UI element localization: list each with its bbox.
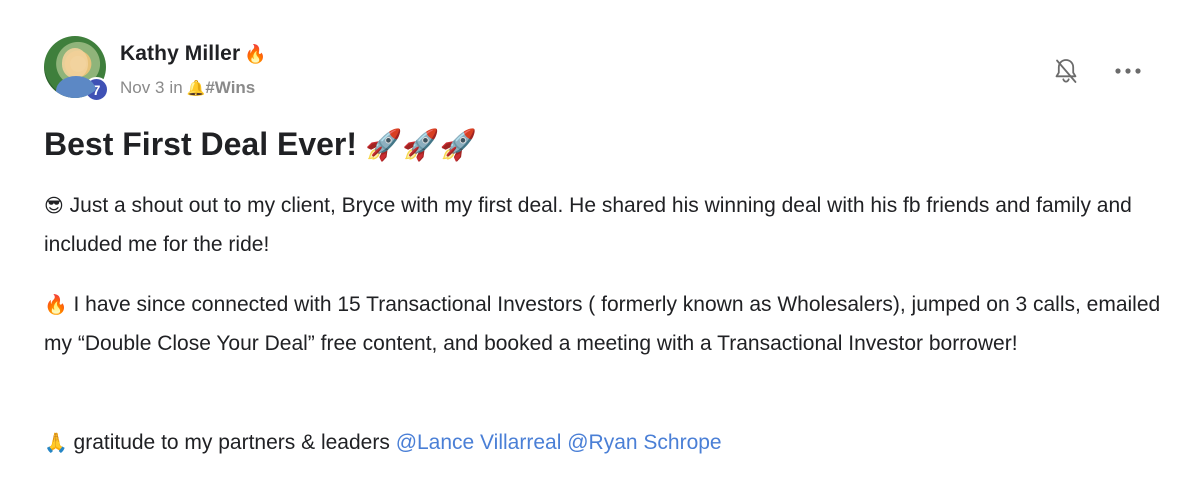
- rocket-emojis: 🚀🚀🚀: [365, 129, 478, 162]
- channel-name[interactable]: #Wins: [205, 78, 255, 97]
- paragraph-3-text: gratitude to my partners & leaders: [73, 431, 390, 454]
- post-actions: [1050, 55, 1144, 87]
- post-card: 7 Kathy Miller 🔥 Nov 3 in 🔔#Wins Best Fi…: [0, 0, 1200, 483]
- mention-link[interactable]: @Lance Villarreal: [396, 431, 562, 454]
- fire-emoji: 🔥: [244, 44, 267, 64]
- more-horizontal-icon: [1115, 68, 1141, 74]
- more-options-button[interactable]: [1112, 55, 1144, 87]
- post-paragraph-3: 🙏 gratitude to my partners & leaders @La…: [44, 424, 1164, 463]
- post-title: Best First Deal Ever! 🚀🚀🚀: [44, 126, 477, 163]
- author-name-text[interactable]: Kathy Miller: [120, 42, 240, 65]
- notification-toggle-button[interactable]: [1050, 55, 1082, 87]
- paragraph-1-text: Just a shout out to my client, Bryce wit…: [44, 194, 1132, 256]
- bell-off-icon: [1055, 59, 1077, 83]
- bell-emoji: 🔔: [186, 80, 206, 97]
- fire-emoji: 🔥: [44, 295, 68, 316]
- post-paragraph-1: 😎 Just a shout out to my client, Bryce w…: [44, 187, 1164, 264]
- post-title-text: Best First Deal Ever!: [44, 126, 358, 162]
- paragraph-2-text: I have since connected with 15 Transacti…: [44, 293, 1161, 355]
- sunglasses-emoji: 😎: [44, 196, 64, 217]
- post-date[interactable]: Nov 3: [120, 78, 164, 98]
- post-paragraph-2: 🔥 I have since connected with 15 Transac…: [44, 286, 1164, 363]
- meta-in-label: in: [169, 78, 183, 97]
- channel-link[interactable]: 🔔#Wins: [187, 78, 256, 98]
- post-meta: Nov 3 in 🔔#Wins: [120, 78, 255, 98]
- mention-link[interactable]: @Ryan Schrope: [567, 431, 721, 454]
- author-name[interactable]: Kathy Miller 🔥: [120, 42, 267, 66]
- author-avatar-wrapper[interactable]: 7: [44, 36, 109, 102]
- folded-hands-emoji: 🙏: [44, 433, 68, 454]
